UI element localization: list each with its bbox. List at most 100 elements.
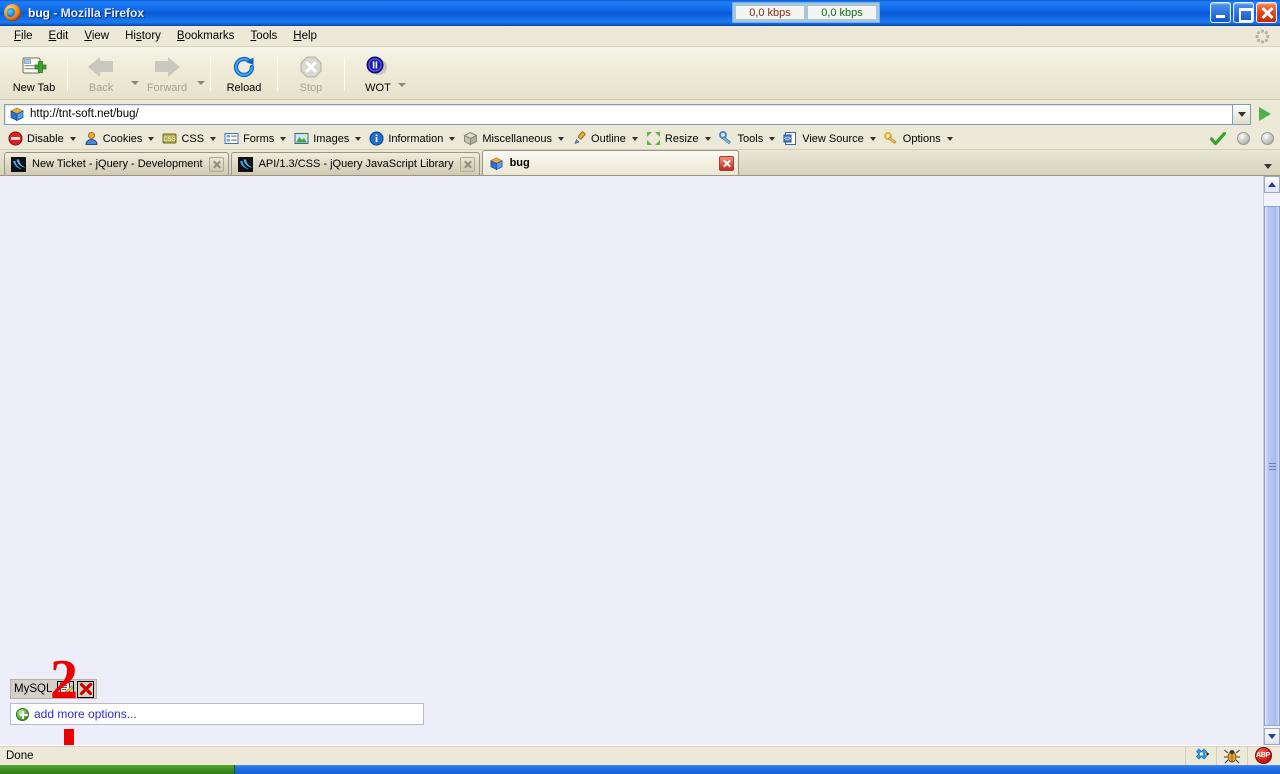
close-button[interactable] (1256, 2, 1277, 23)
devbar-forms[interactable]: Forms (220, 130, 290, 147)
chevron-down-icon (1238, 112, 1246, 117)
forward-button[interactable]: Forward (139, 50, 195, 98)
menu-history[interactable]: History (117, 28, 169, 44)
back-history-caret-icon[interactable] (131, 81, 139, 85)
toolbar-separator-1 (67, 57, 68, 91)
delete-x-icon[interactable] (77, 681, 94, 698)
menu-help[interactable]: Help (285, 28, 325, 44)
annotation-arrow-down (55, 729, 83, 745)
stop-button[interactable]: Stop (283, 50, 339, 98)
devbar-outline-label: Outline (591, 133, 626, 145)
jquery-icon (238, 157, 253, 172)
scroll-down-button[interactable] (1264, 728, 1280, 745)
validation-check-icon[interactable] (1210, 132, 1226, 146)
url-text: http://tnt-soft.net/bug/ (30, 108, 139, 120)
devbar-cookies[interactable]: Cookies (80, 130, 159, 147)
disable-icon (8, 131, 23, 146)
new-tab-icon (21, 54, 47, 80)
start-button[interactable] (0, 765, 235, 774)
tab-new-ticket[interactable]: New Ticket - jQuery - Development (4, 152, 229, 175)
scroll-down-icon (1268, 734, 1276, 739)
devbar-miscellaneous-label: Miscellaneous (482, 133, 552, 145)
gray-orb-icon-2[interactable] (1261, 132, 1274, 145)
web-page: MySQL (0, 176, 1263, 745)
chevron-down-icon (558, 137, 564, 141)
scroll-track[interactable] (1264, 193, 1280, 728)
scroll-thumb-grip-icon (1269, 461, 1276, 471)
miscellaneous-icon (463, 131, 478, 146)
wot-button[interactable]: WOT (350, 50, 406, 98)
devbar-miscellaneous[interactable]: Miscellaneous (459, 130, 568, 147)
devbar-outline[interactable]: Outline (568, 130, 642, 147)
window-title-main: bug (28, 6, 50, 20)
forward-history-caret-icon[interactable] (197, 81, 205, 85)
windows-taskbar (0, 765, 1280, 774)
url-input[interactable]: http://tnt-soft.net/bug/ (4, 104, 1233, 125)
devbar-information[interactable]: Information (365, 130, 459, 147)
devbar-images[interactable]: Images (290, 130, 365, 147)
devbar-css[interactable]: CSS CSS (158, 130, 220, 147)
window-title: bug - Mozilla Firefox (28, 6, 144, 20)
maximize-button[interactable] (1233, 2, 1254, 23)
information-icon (369, 131, 384, 146)
devbar-forms-label: Forms (243, 133, 274, 145)
svg-text:<>: <> (784, 137, 792, 143)
scroll-up-button[interactable] (1264, 176, 1280, 193)
window-controls (1210, 2, 1277, 23)
go-button[interactable] (1254, 104, 1276, 125)
adblock-plus-icon[interactable]: ABP (1247, 747, 1278, 765)
wot-icon (364, 54, 392, 80)
back-button[interactable]: Back (73, 50, 129, 98)
tab-close-icon[interactable] (719, 156, 734, 171)
devbar-resize-label: Resize (665, 133, 699, 145)
stop-icon (300, 54, 322, 80)
vertical-scrollbar[interactable] (1263, 176, 1280, 745)
chevron-down-icon (148, 137, 154, 141)
devbar-tools[interactable]: Tools (715, 130, 780, 147)
menu-bookmarks[interactable]: Bookmarks (169, 28, 243, 44)
extension-blue-icon[interactable] (1185, 747, 1216, 765)
new-tab-label: New Tab (13, 82, 56, 94)
tab-close-icon[interactable] (209, 157, 224, 172)
images-icon (294, 131, 309, 146)
adblock-plus-label: ABP (1255, 747, 1272, 764)
add-more-options-row[interactable]: add more options... (10, 703, 424, 725)
title-bar: bug - Mozilla Firefox 0,0 kbps 0,0 kbps (0, 0, 1280, 26)
devbar-options[interactable]: Options (880, 130, 957, 147)
new-tab-button[interactable]: New Tab (6, 50, 62, 98)
devbar-status-icons (1210, 132, 1274, 146)
menu-file-rest: ile (21, 30, 33, 42)
wot-caret-icon[interactable] (398, 83, 406, 87)
chevron-down-icon (210, 137, 216, 141)
gray-orb-icon-1[interactable] (1237, 132, 1250, 145)
tab-bug[interactable]: bug (482, 150, 739, 175)
web-developer-toolbar: Disable Cookies CSS CSS Forms (0, 128, 1280, 150)
menu-bar: File Edit View History Bookmarks Tools H… (0, 26, 1280, 47)
tab-close-icon[interactable] (460, 157, 475, 172)
devbar-view-source[interactable]: <> View Source (779, 130, 880, 147)
css-icon: CSS (162, 131, 177, 146)
menu-view-rest: iew (92, 30, 109, 42)
tools-icon (719, 131, 734, 146)
network-upload-rate: 0,0 kbps (807, 5, 877, 20)
tab-list-all-icon[interactable] (1264, 164, 1272, 169)
reload-button[interactable]: Reload (216, 50, 272, 98)
go-icon (1259, 107, 1271, 121)
menu-view[interactable]: View (76, 28, 117, 44)
devbar-resize[interactable]: Resize (642, 130, 715, 147)
firebug-icon[interactable] (1216, 747, 1247, 765)
url-dropdown-button[interactable] (1233, 104, 1251, 125)
edit-icon[interactable] (57, 681, 74, 698)
menu-file[interactable]: File (6, 28, 41, 44)
forward-arrow-icon (154, 54, 180, 80)
tab-bar: New Ticket - jQuery - Development API/1.… (0, 150, 1280, 176)
devbar-disable[interactable]: Disable (4, 130, 80, 147)
menu-tools[interactable]: Tools (242, 28, 285, 44)
status-bar-icons: ABP (1185, 747, 1278, 765)
menu-edit[interactable]: Edit (41, 28, 77, 44)
window-title-suffix: - Mozilla Firefox (50, 6, 144, 20)
tab-jquery-api[interactable]: API/1.3/CSS - jQuery JavaScript Library (231, 152, 480, 175)
scroll-thumb[interactable] (1264, 206, 1280, 726)
minimize-button[interactable] (1210, 2, 1231, 23)
stop-label: Stop (300, 82, 323, 94)
